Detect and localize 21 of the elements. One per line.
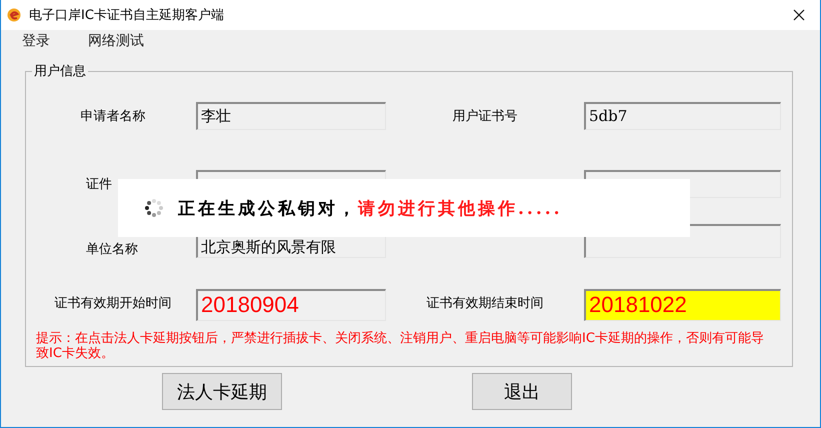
field-label: 申请者名称 [80,108,146,125]
field-label: 证件 [85,176,113,193]
field-label: 用户证书号 [452,108,518,125]
window-title: 电子口岸IC卡证书自主延期客户端 [29,7,225,24]
app-logo-icon [7,8,21,22]
action-button[interactable]: 法人卡延期 [162,373,282,410]
warning-text: 提示：在点击法人卡延期按钮后，严禁进行插拔卡、关闭系统、注销用户、重启电脑等可能影响IC卡延期的操作，否则有可能导致IC卡失效。 [36,331,765,361]
field-label: 证书有效期开始时间 [54,295,172,312]
input-field[interactable]: 20180904 [196,289,386,321]
close-icon[interactable] [793,9,805,21]
action-button[interactable]: 退出 [472,373,572,410]
input-field[interactable]: 20181022 [584,289,781,321]
group-title: 用户信息 [33,63,87,80]
field-label: 单位名称 [85,241,139,258]
menu-item[interactable]: 登录 [22,32,50,50]
loading-message: 正在生成公私钥对，请勿进行其他操作..... [178,198,563,220]
input-field[interactable]: 李壮 [196,102,386,130]
spinner-icon [144,198,164,218]
field-label: 证书有效期结束时间 [426,295,544,312]
menu-item[interactable]: 网络测试 [88,32,144,50]
input-field[interactable]: 5db7 [584,102,781,130]
